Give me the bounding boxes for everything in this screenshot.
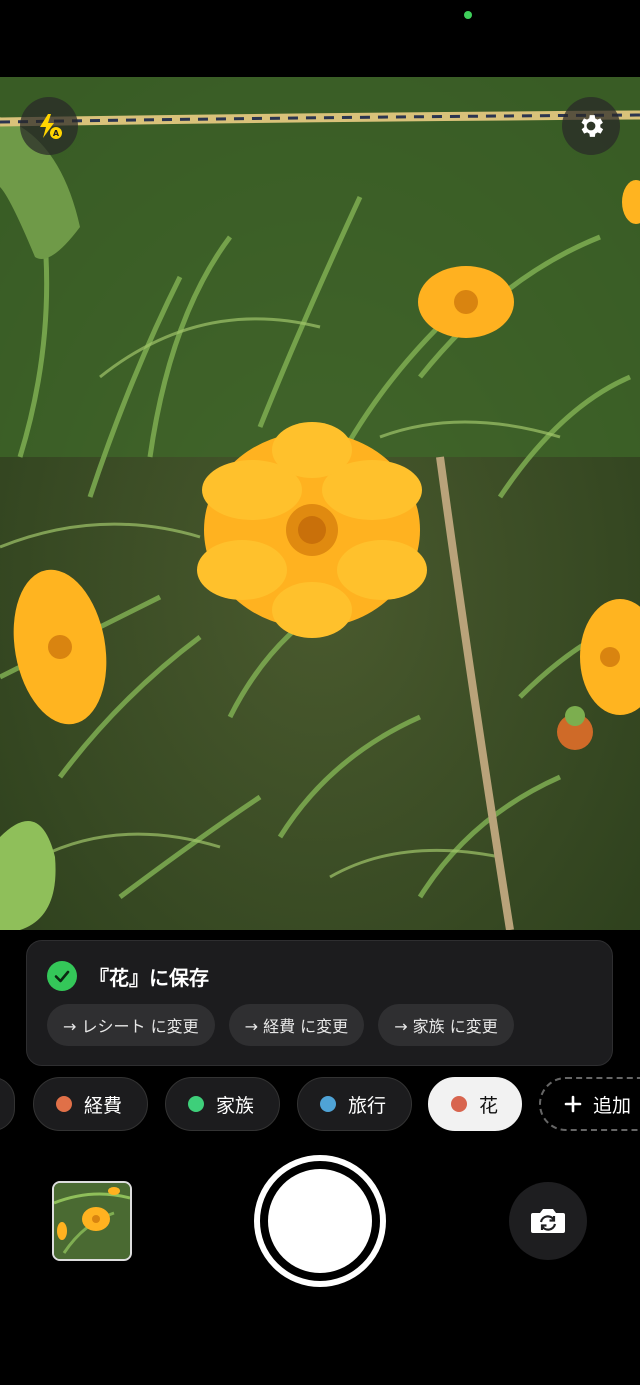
album-label: 旅行 [348,1094,387,1117]
saved-toast: 『花』に保存 → レシート に変更 → 経費 に変更 → 家族 に変更 [26,940,613,1066]
album-chip-expense[interactable]: 経費 [33,1077,148,1131]
switch-camera-button[interactable] [509,1182,587,1260]
album-color-dot [56,1096,72,1112]
check-icon [47,961,77,991]
status-indicator-dot [464,11,472,19]
add-album-button[interactable]: 追加 [539,1077,640,1131]
shutter-inner [268,1169,372,1273]
album-selector: 経費 家族 旅行 花 追加 [0,1077,640,1133]
album-chip-family[interactable]: 家族 [165,1077,280,1131]
gear-icon [581,115,604,137]
album-chip-partial[interactable] [0,1077,15,1131]
plus-icon [564,1095,582,1113]
album-label: 経費 [84,1094,123,1117]
move-to-expense-button[interactable]: → 経費 に変更 [228,1004,365,1046]
viewfinder-scene [0,77,640,930]
album-label: 家族 [216,1094,255,1117]
svg-text:A: A [53,129,60,138]
album-color-dot [188,1096,204,1112]
album-chip-flower[interactable]: 花 [428,1077,522,1131]
flash-auto-button[interactable]: A [20,97,78,155]
album-color-dot [320,1096,336,1112]
album-chip-travel[interactable]: 旅行 [297,1077,412,1131]
last-photo-thumbnail[interactable] [52,1181,132,1261]
flash-auto-icon: A [40,114,62,139]
move-to-family-button[interactable]: → 家族 に変更 [378,1004,514,1046]
shutter-button[interactable] [254,1155,386,1287]
thumbnail-image [54,1183,130,1259]
settings-button[interactable] [562,97,620,155]
move-actions: → レシート に変更 → 経費 に変更 → 家族 に変更 [47,1004,514,1046]
toast-title: 『花』に保存 [89,965,209,990]
album-label: 花 [479,1094,499,1117]
add-album-label: 追加 [593,1094,632,1117]
move-to-receipt-button[interactable]: → レシート に変更 [47,1004,215,1046]
camera-flip-icon [531,1209,565,1233]
camera-viewfinder[interactable] [0,77,640,930]
album-color-dot [451,1096,467,1112]
toast-header: 『花』に保存 [47,961,209,991]
